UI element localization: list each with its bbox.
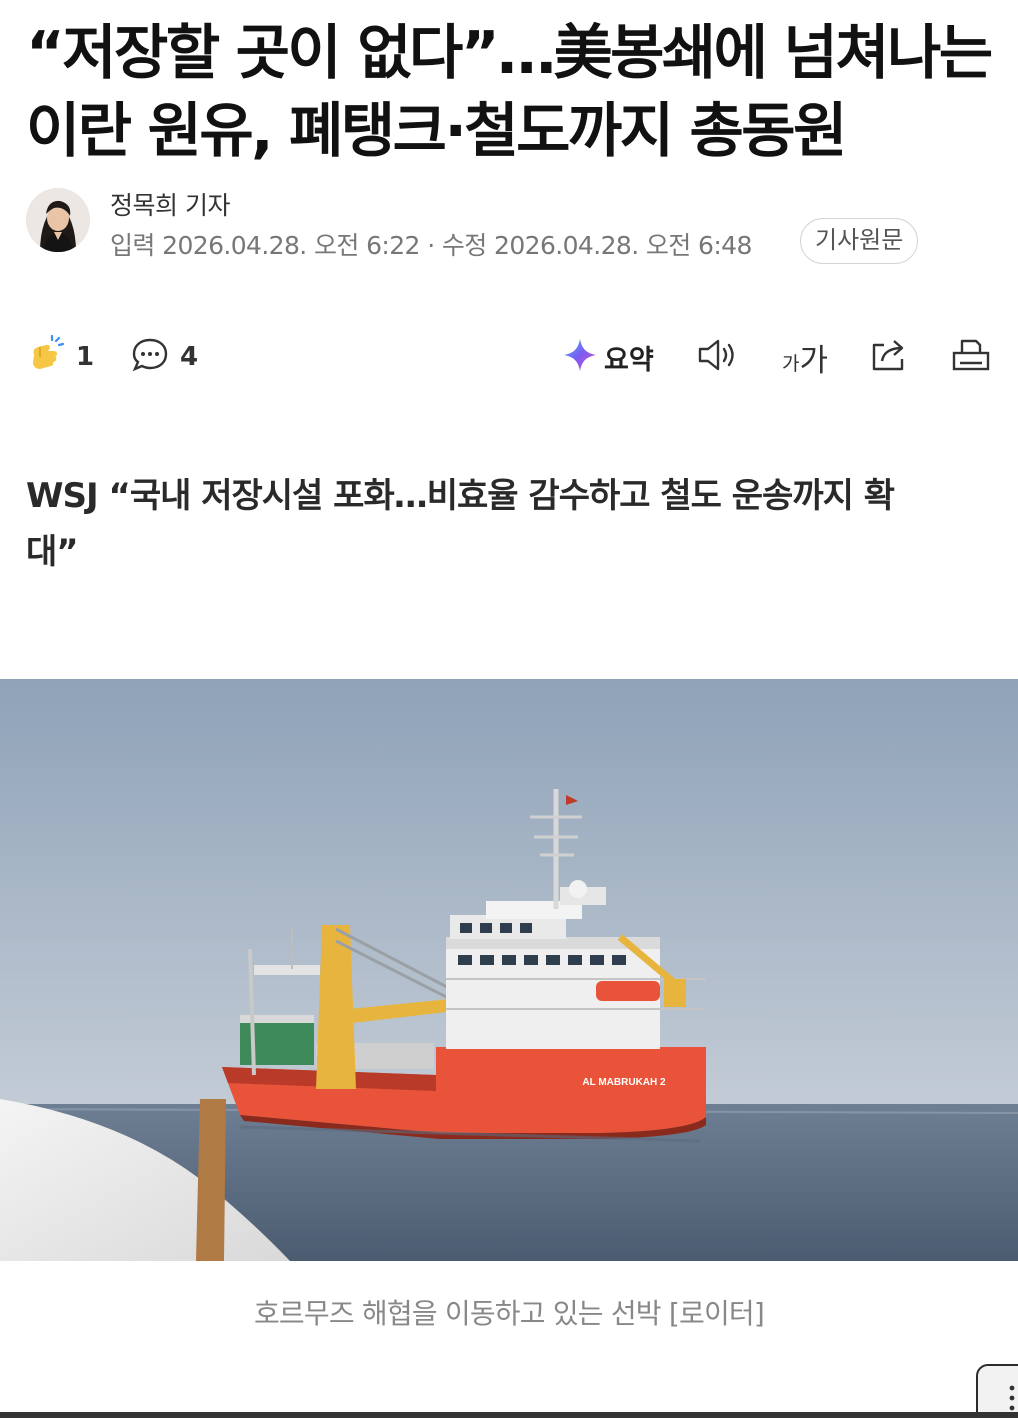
- summary-label: 요약: [604, 344, 654, 376]
- headline-line-2: 이란 원유, 폐탱크·철도까지 총동원: [26, 96, 847, 165]
- more-options-button[interactable]: [976, 1364, 1018, 1418]
- speech-bubble-icon: [130, 335, 170, 379]
- summary-button[interactable]: 요약: [562, 330, 654, 384]
- article-subheading: WSJ “국내 저장시설 포화…비효율 감수하고 철도 운송까지 확 대”: [26, 468, 986, 580]
- reporter-name[interactable]: 정목희 기자: [110, 186, 230, 222]
- reporter-avatar[interactable]: [26, 188, 90, 252]
- article-photo[interactable]: AL MABRUKAH 2: [0, 679, 1018, 1261]
- subheading-line-2: 대”: [26, 532, 79, 572]
- subheading-line-1: WSJ “국내 저장시설 포화…비효율 감수하고 철도 운송까지 확: [26, 476, 895, 516]
- print-icon: [950, 335, 992, 379]
- text-to-speech-button[interactable]: [696, 330, 740, 384]
- sparkle-icon: [562, 337, 598, 377]
- font-size-small: 가: [782, 352, 800, 375]
- print-button[interactable]: [950, 330, 992, 384]
- like-button[interactable]: 1: [26, 330, 94, 384]
- photo-caption: 호르무즈 해협을 이동하고 있는 선박 [로이터]: [253, 1297, 765, 1330]
- article-headline: “저장할 곳이 없다”…美봉쇄에 넘쳐나는 이란 원유, 폐탱크·철도까지 총동…: [26, 14, 996, 170]
- original-article-button[interactable]: 기사원문: [800, 218, 919, 264]
- article-toolbar: 1 4 요약 가 가: [26, 330, 992, 384]
- like-count: 1: [76, 342, 95, 372]
- comment-count: 4: [180, 342, 199, 372]
- ship-name: AL MABRUKAH 2: [582, 1077, 666, 1088]
- font-size-button[interactable]: 가 가: [782, 330, 828, 384]
- headline-line-1: “저장할 곳이 없다”…美봉쇄에 넘쳐나는: [26, 18, 993, 87]
- bottom-bar: [0, 1412, 1018, 1418]
- speaker-icon: [696, 335, 740, 379]
- comment-button[interactable]: 4: [130, 330, 198, 384]
- byline: 정목희 기자 입력 2026.04.28. 오전 6:22 · 수정 2026.…: [26, 186, 986, 264]
- font-size-large: 가: [799, 342, 829, 379]
- publish-dates: 입력 2026.04.28. 오전 6:22 · 수정 2026.04.28. …: [110, 231, 752, 260]
- share-icon: [868, 335, 910, 379]
- clapping-hand-icon: [26, 334, 66, 379]
- share-button[interactable]: [868, 330, 910, 384]
